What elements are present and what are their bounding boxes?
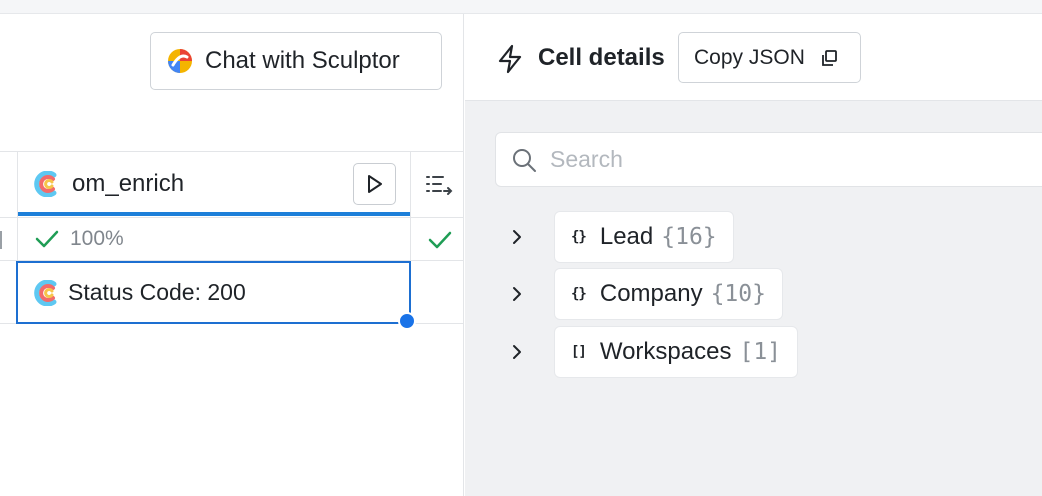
copy-json-label: Copy JSON — [694, 45, 805, 69]
column-active-indicator — [18, 212, 410, 216]
chat-button-label: Chat with Sculptor — [205, 47, 400, 74]
cell-value: Status Code: 200 — [68, 279, 246, 305]
search-input[interactable] — [550, 146, 990, 173]
selected-cell[interactable]: Status Code: 200 — [16, 261, 411, 324]
tree-node-count: {10} — [710, 281, 766, 307]
enrich-source-icon — [34, 279, 57, 306]
top-strip — [0, 0, 1042, 14]
copy-icon — [821, 49, 837, 66]
progress-percent: 100% — [70, 227, 124, 250]
list-column-icon[interactable] — [424, 173, 454, 199]
object-type-icon: {} — [571, 286, 587, 302]
tree-node-company[interactable]: {} Company {10} — [554, 268, 783, 320]
search-box — [495, 132, 1042, 187]
tree-node-count: {16} — [661, 224, 717, 250]
tree-node-key: Company — [599, 280, 703, 307]
tree-node-key: Workspaces — [599, 338, 732, 365]
chevron-right-icon[interactable] — [509, 227, 525, 247]
chat-with-sculptor-button[interactable]: Chat with Sculptor — [150, 32, 442, 90]
row-marker — [0, 231, 2, 249]
enrich-source-icon — [34, 171, 57, 197]
column-header-om-enrich[interactable]: om_enrich — [18, 152, 410, 216]
sculptor-logo-icon — [168, 49, 192, 73]
tree-node-lead[interactable]: {} Lead {16} — [554, 211, 734, 263]
chevron-right-icon[interactable] — [509, 284, 525, 304]
cell-details-pane: Cell details Copy JSON {} Lead {16} — [465, 14, 1042, 496]
tree-node-workspaces[interactable]: [] Workspaces [1] — [554, 326, 799, 378]
check-icon — [35, 230, 59, 248]
chevron-right-icon[interactable] — [509, 342, 525, 362]
details-header: Cell details Copy JSON — [465, 14, 1042, 101]
object-type-icon: {} — [571, 229, 587, 245]
check-icon — [428, 231, 452, 249]
table-pane: Chat with Sculptor om_enrich 100% Status… — [0, 14, 464, 496]
tree-node-key: Lead — [599, 223, 654, 250]
copy-json-button[interactable]: Copy JSON — [678, 32, 861, 83]
play-icon — [367, 175, 382, 193]
details-title: Cell details — [538, 44, 665, 71]
run-column-button[interactable] — [353, 163, 396, 205]
array-type-icon: [] — [571, 344, 587, 360]
column-progress-cell[interactable]: 100% — [18, 218, 410, 260]
column-name: om_enrich — [72, 170, 185, 197]
lightning-bolt-icon — [498, 44, 522, 74]
search-icon — [513, 148, 536, 172]
cell-fill-handle[interactable] — [398, 312, 416, 330]
tree-node-count: [1] — [739, 339, 782, 365]
